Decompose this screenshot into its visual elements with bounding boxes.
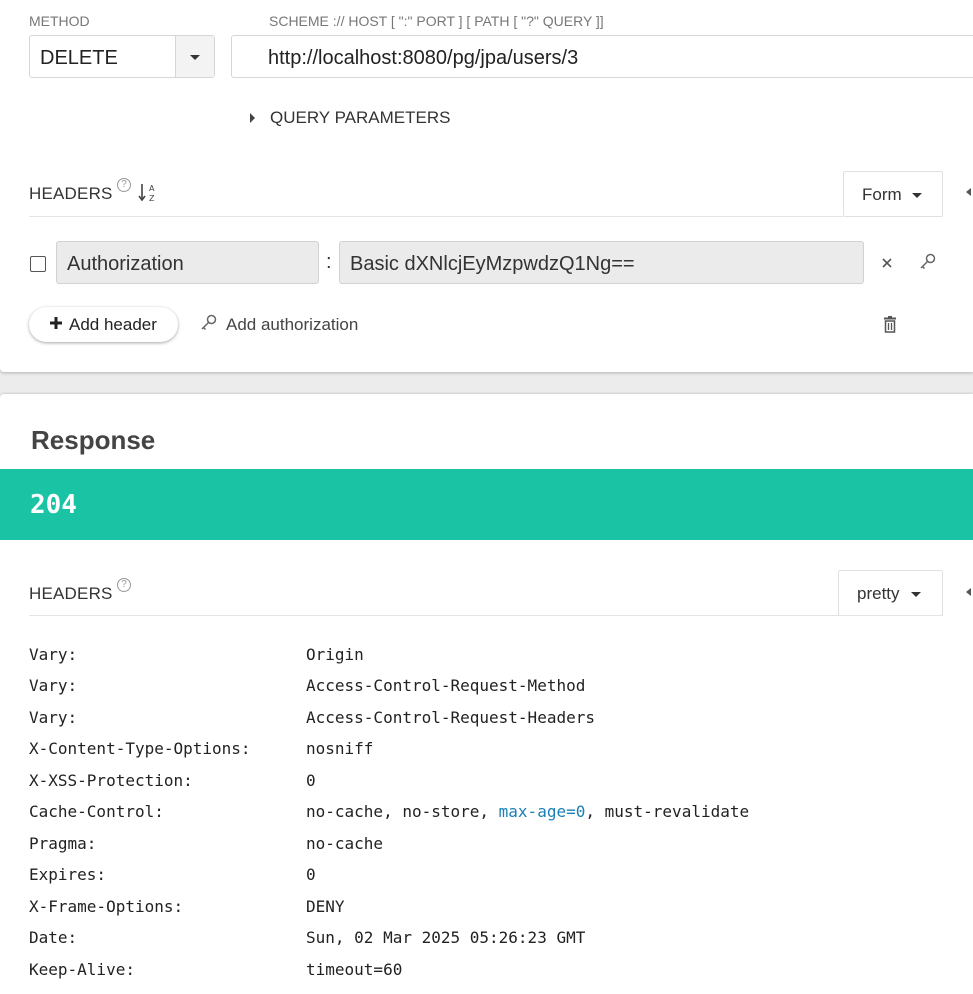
add-authorization-label: Add authorization — [226, 315, 359, 334]
key-icon — [200, 313, 218, 333]
method-value: DELETE — [40, 47, 118, 69]
add-header-label: Add header — [69, 315, 157, 334]
response-header-value: no-cache — [306, 834, 384, 853]
divider — [29, 615, 943, 616]
response-header-value: Access-Control-Request-Method — [306, 676, 586, 695]
response-header-row: Vary: Access-Control-Request-Headers — [29, 708, 929, 739]
response-header-name: Vary: — [29, 676, 78, 695]
url-input[interactable]: http://localhost:8080/pg/jpa/users/3 — [231, 35, 973, 78]
response-header-value-part: no-cache, no-store, — [306, 802, 499, 821]
plus-icon — [49, 316, 63, 330]
header-separator: : — [326, 251, 332, 273]
response-header-name: Expires: — [29, 865, 107, 884]
response-header-row: Vary: Access-Control-Request-Method — [29, 676, 929, 707]
method-label: METHOD — [29, 13, 90, 29]
response-header-value: timeout=60 — [306, 960, 403, 979]
response-header-row: Date: Sun, 02 Mar 2025 05:26:23 GMT — [29, 928, 929, 959]
status-code: 204 — [30, 490, 77, 520]
header-name-value: Authorization — [67, 253, 184, 275]
method-dropdown-toggle[interactable] — [175, 36, 214, 77]
caret-down-icon — [912, 193, 922, 198]
response-header-name: Keep-Alive: — [29, 960, 135, 979]
method-select[interactable]: DELETE — [29, 35, 215, 78]
request-headers-title: HEADERS — [29, 184, 113, 203]
svg-text:Z: Z — [149, 194, 155, 203]
response-panel: Response 204 HEADERS ? pretty Vary: Orig… — [0, 394, 973, 994]
response-title: Response — [31, 425, 156, 455]
response-header-row: X-Frame-Options: DENY — [29, 897, 929, 928]
header-value-value: Basic dXNlcjEyMzpwdzQ1Ng== — [350, 253, 635, 275]
headers-mode-label: Form — [862, 185, 902, 204]
query-parameters-label: QUERY PARAMETERS — [270, 108, 451, 127]
response-header-value: 0 — [306, 771, 316, 790]
response-header-name: Cache-Control: — [29, 802, 164, 821]
response-header-value: no-cache, no-store, max-age=0, must-reva… — [306, 802, 749, 821]
response-header-row: X-Content-Type-Options: nosniff — [29, 739, 929, 770]
sort-alpha-icon[interactable]: A Z — [138, 182, 160, 204]
svg-text:A: A — [149, 184, 155, 193]
max-age-link[interactable]: max-age=0 — [499, 802, 586, 821]
response-header-name: Date: — [29, 928, 78, 947]
add-authorization-button[interactable]: Add authorization — [200, 313, 390, 337]
response-header-row: Expires: 0 — [29, 865, 929, 896]
response-header-value: DENY — [306, 897, 345, 916]
response-header-row: Vary: Origin — [29, 645, 929, 676]
caret-down-icon — [190, 55, 200, 60]
response-header-name: X-Frame-Options: — [29, 897, 184, 916]
key-icon[interactable] — [919, 252, 937, 272]
header-name-field[interactable]: Authorization — [56, 241, 319, 284]
response-headers-title: HEADERS — [29, 584, 113, 603]
response-header-row: Keep-Alive: timeout=60 — [29, 960, 929, 991]
header-value-field[interactable]: Basic dXNlcjEyMzpwdzQ1Ng== — [339, 241, 864, 284]
url-value: http://localhost:8080/pg/jpa/users/3 — [268, 47, 579, 69]
request-panel: METHOD SCHEME :// HOST [ ":" PORT ] [ PA… — [0, 0, 973, 372]
divider — [29, 216, 843, 217]
close-icon[interactable] — [880, 256, 894, 270]
response-header-name: X-XSS-Protection: — [29, 771, 193, 790]
add-header-button[interactable]: Add header — [29, 307, 178, 342]
response-header-row: X-XSS-Protection: 0 — [29, 771, 929, 802]
trash-icon[interactable] — [882, 316, 898, 334]
response-header-row: Cache-Control: no-cache, no-store, max-a… — [29, 802, 929, 833]
question-circle-icon[interactable]: ? — [117, 178, 131, 192]
caret-right-icon — [250, 113, 255, 123]
response-header-value: Origin — [306, 645, 364, 664]
response-header-name: Vary: — [29, 708, 78, 727]
response-view-label: pretty — [857, 584, 900, 603]
response-view-dropdown[interactable]: pretty — [838, 570, 943, 616]
header-enabled-checkbox[interactable] — [30, 256, 46, 272]
caret-left-icon[interactable] — [966, 188, 971, 196]
response-header-value: 0 — [306, 865, 316, 884]
response-header-name: Vary: — [29, 645, 78, 664]
url-format-label: SCHEME :// HOST [ ":" PORT ] [ PATH [ "?… — [269, 13, 604, 29]
response-header-value: Access-Control-Request-Headers — [306, 708, 595, 727]
response-header-row: Pragma: no-cache — [29, 834, 929, 865]
response-header-name: X-Content-Type-Options: — [29, 739, 251, 758]
status-bar: 204 — [0, 469, 973, 540]
caret-left-icon[interactable] — [966, 588, 971, 596]
caret-down-icon — [911, 592, 921, 597]
headers-mode-dropdown[interactable]: Form — [843, 171, 943, 217]
response-header-value-part: , must-revalidate — [585, 802, 750, 821]
question-circle-icon[interactable]: ? — [117, 578, 131, 592]
response-header-value: nosniff — [306, 739, 374, 758]
response-header-name: Pragma: — [29, 834, 97, 853]
response-header-value: Sun, 02 Mar 2025 05:26:23 GMT — [306, 928, 586, 947]
